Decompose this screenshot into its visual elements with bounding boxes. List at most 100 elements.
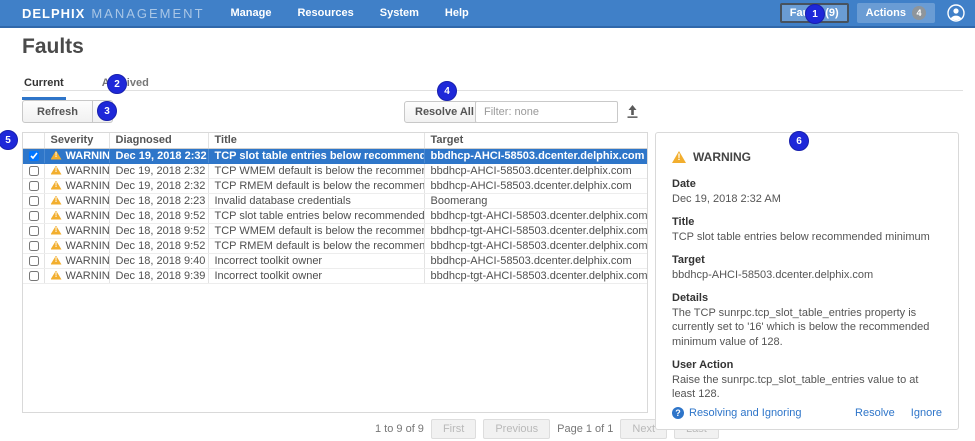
warning-icon <box>51 226 62 235</box>
detail-user-action-label: User Action <box>672 358 942 373</box>
severity-label: WARNING <box>66 180 110 192</box>
target-cell: Boomerang <box>424 193 648 208</box>
title-cell: Incorrect toolkit owner <box>208 253 424 268</box>
diagnosed-cell: Dec 18, 2018 9:52 AM <box>109 208 208 223</box>
detail-date-label: Date <box>672 177 942 192</box>
faults-table-container: Severity Diagnosed Title Target WARNING … <box>22 132 648 413</box>
title-cell: TCP RMEM default is below the recommende… <box>208 238 424 253</box>
row-checkbox[interactable] <box>29 151 39 161</box>
callout-badge-2: 2 <box>107 74 127 94</box>
title-cell: TCP WMEM default is below the recommende… <box>208 223 424 238</box>
header-target[interactable]: Target <box>424 133 648 148</box>
header-checkbox-col <box>23 133 44 148</box>
detail-footer: Resolving and Ignoring Resolve Ignore <box>672 407 942 419</box>
row-checkbox[interactable] <box>29 226 39 236</box>
severity-cell: WARNING <box>44 208 109 223</box>
nav-item-help[interactable]: Help <box>445 7 469 19</box>
resolve-all-button[interactable]: Resolve All <box>404 101 485 123</box>
row-checkbox[interactable] <box>29 256 39 266</box>
actions-button[interactable]: Actions 4 <box>857 3 935 23</box>
diagnosed-cell: Dec 18, 2018 9:52 AM <box>109 238 208 253</box>
table-row[interactable]: WARNING Dec 18, 2018 2:23 PM Invalid dat… <box>23 193 648 208</box>
detail-details-label: Details <box>672 291 942 306</box>
detail-user-action-section: User Action Raise the sunrpc.tcp_slot_ta… <box>672 358 942 402</box>
header-title[interactable]: Title <box>208 133 424 148</box>
warning-icon <box>51 256 62 265</box>
callout-badge-6: 6 <box>789 131 809 151</box>
resolve-link[interactable]: Resolve <box>855 407 895 419</box>
brand-secondary: MANAGEMENT <box>91 6 204 21</box>
detail-target-label: Target <box>672 253 942 268</box>
pagination-range: 1 to 9 of 9 <box>375 423 424 435</box>
nav-item-manage[interactable]: Manage <box>231 7 272 19</box>
export-upload-icon[interactable] <box>624 103 641 120</box>
nav-item-system[interactable]: System <box>380 7 419 19</box>
title-cell: TCP slot table entries below recommended… <box>208 148 424 163</box>
top-nav: DELPHIX MANAGEMENT Manage Resources Syst… <box>0 0 975 28</box>
warning-icon <box>51 181 62 190</box>
warning-icon <box>672 151 686 163</box>
detail-title-label: Title <box>672 215 942 230</box>
header-diagnosed[interactable]: Diagnosed <box>109 133 208 148</box>
table-row[interactable]: WARNING Dec 19, 2018 2:32 AM TCP slot ta… <box>23 148 648 163</box>
faults-table: Severity Diagnosed Title Target WARNING … <box>23 133 648 284</box>
pagination-previous-button[interactable]: Previous <box>483 419 550 439</box>
warning-icon <box>51 151 62 160</box>
table-header-row: Severity Diagnosed Title Target <box>23 133 648 148</box>
row-checkbox[interactable] <box>29 181 39 191</box>
severity-cell: WARNING <box>44 193 109 208</box>
table-row[interactable]: WARNING Dec 18, 2018 9:39 AM Incorrect t… <box>23 268 648 283</box>
detail-date-section: Date Dec 19, 2018 2:32 AM <box>672 177 942 206</box>
row-checkbox[interactable] <box>29 211 39 221</box>
ignore-link[interactable]: Ignore <box>911 407 942 419</box>
callout-badge-5: 5 <box>0 130 18 150</box>
app-logo[interactable]: DELPHIX MANAGEMENT <box>22 6 205 21</box>
tab-current[interactable]: Current <box>22 71 66 100</box>
severity-label: WARNING <box>66 255 110 267</box>
severity-cell: WARNING <box>44 148 109 163</box>
filter-input[interactable] <box>475 101 618 123</box>
target-cell: bbdhcp-AHCI-58503.dcenter.delphix.com <box>424 148 648 163</box>
diagnosed-cell: Dec 18, 2018 9:52 AM <box>109 223 208 238</box>
refresh-button[interactable]: Refresh <box>22 100 93 123</box>
severity-cell: WARNING <box>44 178 109 193</box>
severity-cell: WARNING <box>44 223 109 238</box>
diagnosed-cell: Dec 18, 2018 9:39 AM <box>109 268 208 283</box>
table-row[interactable]: WARNING Dec 18, 2018 9:40 AM Incorrect t… <box>23 253 648 268</box>
row-checkbox-cell <box>23 238 44 253</box>
callout-badge-1: 1 <box>805 4 825 24</box>
actions-count-badge: 4 <box>912 6 926 20</box>
row-checkbox-cell <box>23 148 44 163</box>
nav-item-resources[interactable]: Resources <box>297 7 353 19</box>
table-row[interactable]: WARNING Dec 19, 2018 2:32 AM TCP RMEM de… <box>23 178 648 193</box>
diagnosed-cell: Dec 18, 2018 2:23 PM <box>109 193 208 208</box>
table-row[interactable]: WARNING Dec 19, 2018 2:32 AM TCP WMEM de… <box>23 163 648 178</box>
row-checkbox[interactable] <box>29 196 39 206</box>
tab-bar: Current Archived <box>22 71 151 100</box>
target-cell: bbdhcp-AHCI-58503.dcenter.delphix.com <box>424 253 648 268</box>
warning-icon <box>51 166 62 175</box>
warning-icon <box>51 241 62 250</box>
diagnosed-cell: Dec 19, 2018 2:32 AM <box>109 163 208 178</box>
table-row[interactable]: WARNING Dec 18, 2018 9:52 AM TCP RMEM de… <box>23 238 648 253</box>
resolving-ignoring-link[interactable]: Resolving and Ignoring <box>672 407 802 419</box>
callout-badge-4: 4 <box>437 81 457 101</box>
target-cell: bbdhcp-tgt-AHCI-58503.dcenter.delphix.co… <box>424 223 648 238</box>
row-checkbox[interactable] <box>29 241 39 251</box>
severity-label: WARNING <box>66 240 110 252</box>
title-cell: TCP slot table entries below recommended… <box>208 208 424 223</box>
table-row[interactable]: WARNING Dec 18, 2018 9:52 AM TCP WMEM de… <box>23 223 648 238</box>
row-checkbox-cell <box>23 208 44 223</box>
title-cell: TCP RMEM default is below the recommende… <box>208 178 424 193</box>
target-cell: bbdhcp-tgt-AHCI-58503.dcenter.delphix.co… <box>424 238 648 253</box>
title-cell: Incorrect toolkit owner <box>208 268 424 283</box>
pagination-first-button[interactable]: First <box>431 419 476 439</box>
row-checkbox[interactable] <box>29 271 39 281</box>
table-row[interactable]: WARNING Dec 18, 2018 9:52 AM TCP slot ta… <box>23 208 648 223</box>
severity-label: WARNING <box>66 195 110 207</box>
severity-cell: WARNING <box>44 268 109 283</box>
user-profile-icon[interactable] <box>947 4 965 22</box>
row-checkbox[interactable] <box>29 166 39 176</box>
header-severity[interactable]: Severity <box>44 133 109 148</box>
row-checkbox-cell <box>23 253 44 268</box>
